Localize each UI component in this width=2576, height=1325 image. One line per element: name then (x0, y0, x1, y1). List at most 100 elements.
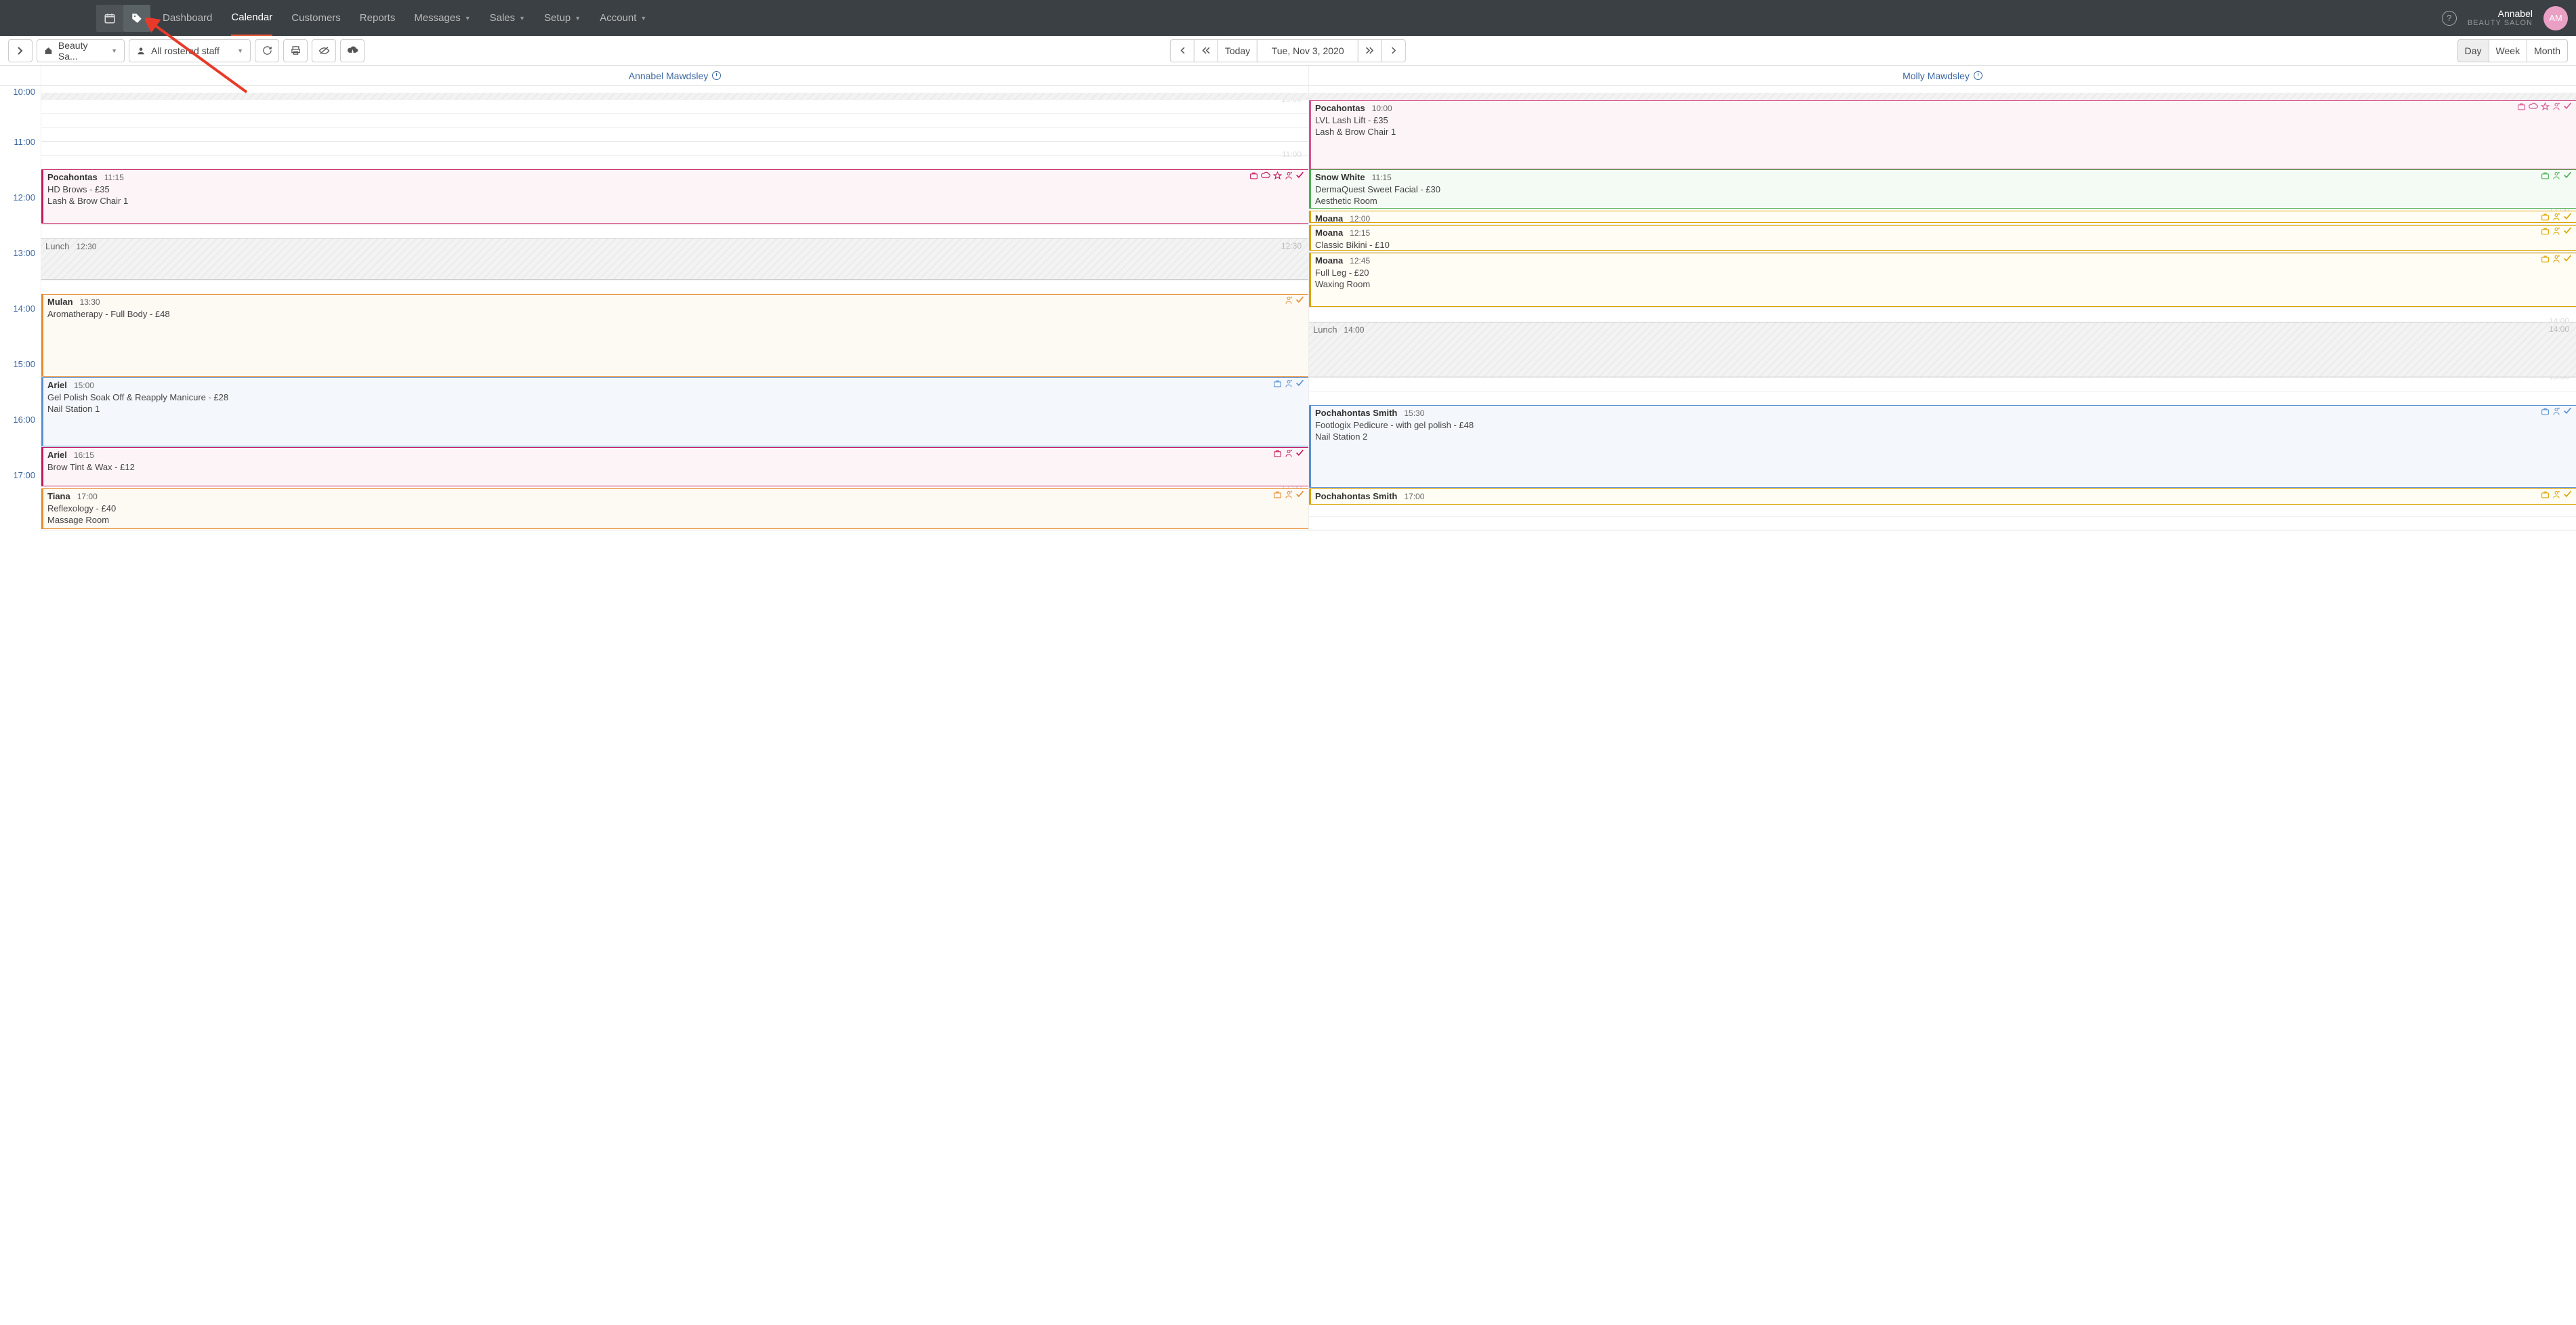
event-desc: Aromatherapy - Full Body - £48 (47, 308, 1304, 320)
calendar-event[interactable]: Moana12:00 (1309, 211, 2576, 223)
calendar-event[interactable]: Pochahontas Smith15:30Footlogix Pedicure… (1309, 405, 2576, 488)
calendar-toolbar: Beauty Sa... ▼ All rostered staff ▼ Toda… (0, 36, 2576, 66)
next-day-button[interactable] (1382, 39, 1406, 62)
event-desc: Reflexology - £40 (47, 503, 1304, 515)
calendar-event[interactable]: Mulan 13:30Aromatherapy - Full Body - £48 (41, 294, 1308, 377)
calendar-icon-button[interactable] (96, 5, 123, 32)
check-icon (1295, 296, 1304, 305)
person-icon (2552, 227, 2560, 236)
hide-button[interactable] (312, 39, 336, 62)
calendar-event[interactable]: Pocahontas10:00LVL Lash Lift - £35Lash &… (1309, 100, 2576, 169)
refresh-button[interactable] (255, 39, 279, 62)
avatar[interactable]: AM (2543, 6, 2568, 30)
event-customer: Ariel (47, 449, 67, 461)
cloud-icon (2529, 102, 2538, 111)
event-customer: Tiana (47, 490, 70, 503)
account-block[interactable]: Annabel BEAUTY SALON (2468, 8, 2533, 28)
brief-icon (1273, 379, 1282, 388)
event-customer: Pocahontas (47, 171, 98, 184)
prev-day-button[interactable] (1170, 39, 1194, 62)
calendar-column-2[interactable]: 10:0011:0012:0013:0014:0015:0016:0017:00… (1308, 86, 2576, 530)
event-time: 15:00 (74, 380, 94, 391)
view-week-button[interactable]: Week (2489, 39, 2528, 62)
event-time: 13:30 (80, 297, 100, 308)
brief-icon (2541, 255, 2550, 264)
nav-setup[interactable]: Setup▼ (544, 0, 581, 36)
nav-messages[interactable]: Messages▼ (414, 0, 470, 36)
nav-reports[interactable]: Reports (360, 0, 396, 36)
help-icon[interactable]: ? (2442, 11, 2457, 26)
person-icon (1285, 449, 1293, 458)
person-icon (1285, 296, 1293, 305)
event-desc: Footlogix Pedicure - with gel polish - £… (1315, 419, 2572, 432)
event-customer: Mulan (47, 296, 73, 308)
calendar-event[interactable]: Lunch12:3012:30 (41, 238, 1308, 280)
expand-button[interactable] (8, 39, 33, 62)
event-room: Nail Station 1 (47, 403, 1304, 415)
brief-icon (2541, 407, 2550, 416)
check-icon (1295, 171, 1304, 180)
nav-links: Dashboard Calendar Customers Reports Mes… (163, 0, 646, 36)
brief-icon (1273, 449, 1282, 458)
calendar-event[interactable]: Moana12:15Classic Bikini - £10 (1309, 225, 2576, 251)
event-time: 12:30 (76, 241, 96, 252)
person-icon (1285, 490, 1293, 499)
event-icons (2541, 171, 2572, 180)
next-week-button[interactable] (1358, 39, 1382, 62)
calendar-event[interactable]: Ariel15:00Gel Polish Soak Off & Reapply … (41, 377, 1308, 446)
event-time: 12:15 (1350, 228, 1370, 238)
column-header-1[interactable]: Annabel Mawdsley (41, 66, 1308, 85)
date-picker[interactable]: Tue, Nov 3, 2020 (1257, 39, 1358, 62)
event-desc: HD Brows - £35 (47, 184, 1304, 196)
event-icons (2541, 407, 2572, 416)
clock-icon (712, 71, 721, 80)
calendar-event[interactable]: Lunch14:0014:00 (1309, 322, 2576, 377)
unavailable-block (1309, 93, 2576, 100)
person-icon (1285, 379, 1293, 388)
star-icon (2541, 102, 2550, 111)
nav-customers[interactable]: Customers (291, 0, 341, 36)
print-button[interactable] (283, 39, 308, 62)
nav-account[interactable]: Account▼ (600, 0, 646, 36)
view-month-button[interactable]: Month (2527, 39, 2568, 62)
location-dropdown[interactable]: Beauty Sa... ▼ (37, 39, 125, 62)
event-customer: Moana (1315, 255, 1343, 267)
cloud-icon (1261, 171, 1270, 180)
calendar-event[interactable]: Ariel16:15Brow Tint & Wax - £12 (41, 447, 1308, 486)
today-button[interactable]: Today (1218, 39, 1258, 62)
check-icon (2563, 171, 2572, 180)
calendar-column-1[interactable]: 10:0011:0012:0013:0014:0015:0016:0017:00… (41, 86, 1308, 530)
user-icon (136, 46, 146, 56)
calendar-event[interactable]: Snow White11:15DermaQuest Sweet Facial -… (1309, 169, 2576, 209)
cloud-download-button[interactable] (340, 39, 365, 62)
brief-icon (2541, 171, 2550, 180)
event-time: 11:15 (104, 172, 124, 183)
event-time: 11:15 (1372, 172, 1392, 183)
account-name: Annabel (2468, 8, 2533, 20)
nav-sales[interactable]: Sales▼ (490, 0, 525, 36)
time-gutter: 10:0011:0012:0013:0014:0015:0016:0017:00 (0, 86, 41, 530)
person-icon (1285, 171, 1293, 180)
nav-calendar[interactable]: Calendar (231, 0, 272, 36)
event-icons (1273, 490, 1304, 499)
view-day-button[interactable]: Day (2457, 39, 2489, 62)
event-desc: DermaQuest Sweet Facial - £30 (1315, 184, 2572, 196)
prev-week-button[interactable] (1194, 39, 1218, 62)
calendar-event[interactable]: Pochahontas Smith 17:00 (1309, 488, 2576, 505)
event-time: 15:30 (1404, 408, 1424, 419)
person-icon (2552, 407, 2560, 416)
event-room: Aesthetic Room (1315, 195, 2572, 207)
tag-icon-button[interactable] (123, 5, 150, 32)
column-header-2[interactable]: Molly Mawdsley (1308, 66, 2576, 85)
time-label: 16:00 (0, 419, 41, 475)
staff-dropdown[interactable]: All rostered staff ▼ (129, 39, 251, 62)
calendar-event[interactable]: Tiana17:00Reflexology - £40Massage Room (41, 488, 1308, 529)
nav-dashboard[interactable]: Dashboard (163, 0, 212, 36)
event-time: 17:00 (1404, 491, 1424, 502)
time-label: 14:00 (0, 308, 41, 364)
event-customer: Pochahontas Smith (1315, 490, 1397, 503)
caret-down-icon: ▼ (575, 15, 581, 22)
time-label: 11:00 (0, 142, 41, 197)
calendar-event[interactable]: Pocahontas11:15HD Brows - £35Lash & Brow… (41, 169, 1308, 224)
calendar-event[interactable]: Moana12:45Full Leg - £20Waxing Room (1309, 253, 2576, 307)
